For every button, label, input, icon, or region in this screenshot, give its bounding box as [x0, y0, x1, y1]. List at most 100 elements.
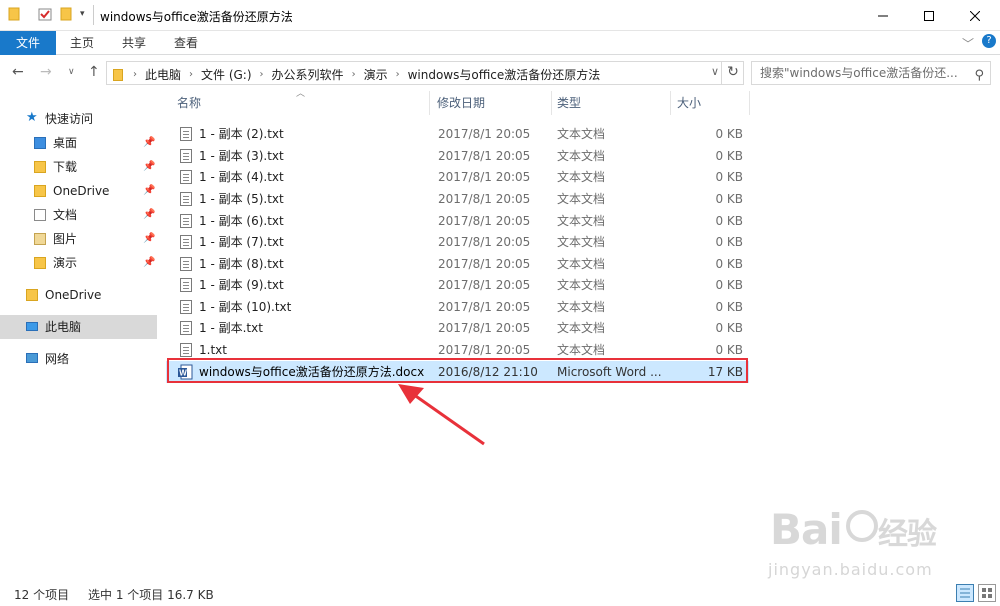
folder-icon [8, 7, 20, 24]
breadcrumb-separator[interactable]: › [396, 69, 400, 80]
tab-home[interactable]: 主页 [58, 31, 106, 55]
new-folder-icon[interactable] [60, 7, 72, 24]
breadcrumb-demo[interactable]: 演示 [364, 66, 388, 83]
help-icon[interactable]: ? [982, 34, 996, 48]
nav-pinned-onedrive[interactable]: OneDrive 📌 [0, 179, 157, 203]
tab-view[interactable]: 查看 [162, 31, 210, 55]
breadcrumb-separator[interactable]: › [189, 69, 193, 80]
nav-onedrive[interactable]: OneDrive [0, 283, 157, 307]
network-icon [26, 353, 38, 363]
tab-share[interactable]: 共享 [110, 31, 158, 55]
address-row: ← → ∨ ↑ › 此电脑 › 文件 (G:) › 办公系列软件 › 演示 › … [0, 55, 1000, 91]
folder-icon [113, 68, 123, 81]
file-row[interactable]: 1 - 副本 (7).txt 2017/8/1 20:05 文本文档 0 KB [166, 231, 749, 253]
close-button[interactable] [952, 0, 998, 31]
downloads-folder-icon [34, 161, 46, 173]
folder-icon [34, 257, 46, 269]
recent-locations-icon[interactable]: ∨ [68, 67, 75, 77]
breadcrumb-separator[interactable]: › [352, 69, 356, 80]
column-divider[interactable] [429, 91, 430, 115]
title-bar: ▾ windows与office激活备份还原方法 [0, 0, 1000, 31]
selection-info: 选中 1 个项目 16.7 KB [88, 588, 214, 602]
text-file-icon [180, 192, 192, 206]
refresh-icon[interactable]: ↻ [721, 61, 744, 85]
breadcrumb-this-pc[interactable]: 此电脑 [145, 66, 181, 83]
item-count: 12 个项目 [14, 588, 70, 602]
breadcrumb-separator[interactable]: › [260, 69, 264, 80]
nav-pinned-documents[interactable]: 文档 📌 [0, 203, 157, 227]
up-arrow-icon[interactable]: ↑ [88, 64, 100, 80]
baidu-jingyan-watermark-logo: Bai 经验 [770, 500, 960, 567]
svg-text:Bai: Bai [770, 505, 842, 554]
column-header-name[interactable]: 名称 [177, 91, 427, 115]
large-icons-view-button[interactable] [978, 584, 996, 602]
svg-text:经验: 经验 [878, 517, 937, 552]
computer-icon [26, 322, 38, 331]
file-row[interactable]: 1 - 副本 (6).txt 2017/8/1 20:05 文本文档 0 KB [166, 210, 749, 232]
details-view-button[interactable] [956, 584, 974, 602]
file-row[interactable]: 1 - 副本 (3).txt 2017/8/1 20:05 文本文档 0 KB [166, 145, 749, 167]
properties-icon[interactable] [38, 7, 52, 24]
pin-icon[interactable]: 📌 [143, 155, 155, 179]
nav-pinned-downloads[interactable]: 下载 📌 [0, 155, 157, 179]
tab-file[interactable]: 文件 [0, 31, 56, 55]
nav-this-pc[interactable]: 此电脑 [0, 315, 157, 339]
file-row[interactable]: 1 - 副本 (9).txt 2017/8/1 20:05 文本文档 0 KB [166, 274, 749, 296]
search-icon[interactable]: ⚲ [970, 65, 984, 84]
file-row[interactable]: 1 - 副本.txt 2017/8/1 20:05 文本文档 0 KB [166, 317, 749, 339]
breadcrumb-current-folder[interactable]: windows与office激活备份还原方法 [408, 66, 601, 83]
watermark-url: jingyan.baidu.com [768, 560, 933, 579]
address-dropdown-icon[interactable]: ∨ [711, 65, 719, 78]
expand-ribbon-icon[interactable]: ﹀ [962, 35, 974, 52]
nav-pinned-pictures[interactable]: 图片 📌 [0, 227, 157, 251]
text-file-icon [180, 127, 192, 141]
onedrive-icon [26, 289, 38, 301]
text-file-icon [180, 278, 192, 292]
search-input[interactable]: 搜索"windows与office激活备份还... ⚲ [751, 61, 991, 85]
title-divider [93, 5, 94, 25]
breadcrumb-separator[interactable]: › [133, 69, 137, 80]
text-file-icon [180, 343, 192, 357]
search-placeholder: 搜索"windows与office激活备份还... [760, 66, 958, 80]
text-file-icon [180, 170, 192, 184]
address-bar[interactable]: › 此电脑 › 文件 (G:) › 办公系列软件 › 演示 › windows与… [106, 61, 744, 85]
status-bar: 12 个项目 选中 1 个项目 16.7 KB [0, 581, 1000, 606]
nav-pinned-demo[interactable]: 演示 📌 [0, 251, 157, 275]
pictures-folder-icon [34, 233, 46, 245]
forward-arrow-icon[interactable]: → [40, 64, 52, 80]
file-row[interactable]: 1 - 副本 (10).txt 2017/8/1 20:05 文本文档 0 KB [166, 296, 749, 318]
column-header-date[interactable]: 修改日期 [437, 91, 547, 115]
column-header-size[interactable]: 大小 [677, 91, 747, 115]
column-divider[interactable] [551, 91, 552, 115]
pin-icon[interactable]: 📌 [143, 131, 155, 155]
file-row[interactable]: 1 - 副本 (5).txt 2017/8/1 20:05 文本文档 0 KB [166, 188, 749, 210]
nav-network[interactable]: 网络 [0, 347, 157, 371]
text-file-icon [180, 214, 192, 228]
minimize-button[interactable] [860, 0, 906, 31]
column-divider[interactable] [670, 91, 671, 115]
file-row[interactable]: 1 - 副本 (4).txt 2017/8/1 20:05 文本文档 0 KB [166, 166, 749, 188]
breadcrumb-drive[interactable]: 文件 (G:) [201, 66, 252, 83]
onedrive-folder-icon [34, 185, 46, 197]
column-header-type[interactable]: 类型 [557, 91, 667, 115]
annotation-arrow [398, 384, 485, 446]
maximize-button[interactable] [906, 0, 952, 31]
pin-icon[interactable]: 📌 [143, 179, 155, 203]
file-row[interactable]: 1 - 副本 (2).txt 2017/8/1 20:05 文本文档 0 KB [166, 123, 749, 145]
pin-icon[interactable]: 📌 [143, 251, 155, 275]
column-divider[interactable] [749, 91, 750, 115]
breadcrumb-office-software[interactable]: 办公系列软件 [272, 66, 344, 83]
text-file-icon [180, 321, 192, 335]
nav-pinned-desktop[interactable]: 桌面 📌 [0, 131, 157, 155]
nav-quick-access[interactable]: ★ 快速访问 [0, 107, 157, 131]
navigation-pane: ★ 快速访问 桌面 📌 下载 📌 OneDrive 📌 文档 📌 图片 📌 演示… [0, 91, 158, 575]
file-row[interactable]: 1 - 副本 (8).txt 2017/8/1 20:05 文本文档 0 KB [166, 253, 749, 275]
customize-quick-access-icon[interactable]: ▾ [80, 9, 85, 19]
pin-icon[interactable]: 📌 [143, 203, 155, 227]
text-file-icon [180, 257, 192, 271]
window-title: windows与office激活备份还原方法 [100, 10, 293, 24]
pin-icon[interactable]: 📌 [143, 227, 155, 251]
back-arrow-icon[interactable]: ← [12, 64, 24, 80]
star-icon: ★ [26, 110, 38, 125]
desktop-folder-icon [34, 137, 46, 149]
